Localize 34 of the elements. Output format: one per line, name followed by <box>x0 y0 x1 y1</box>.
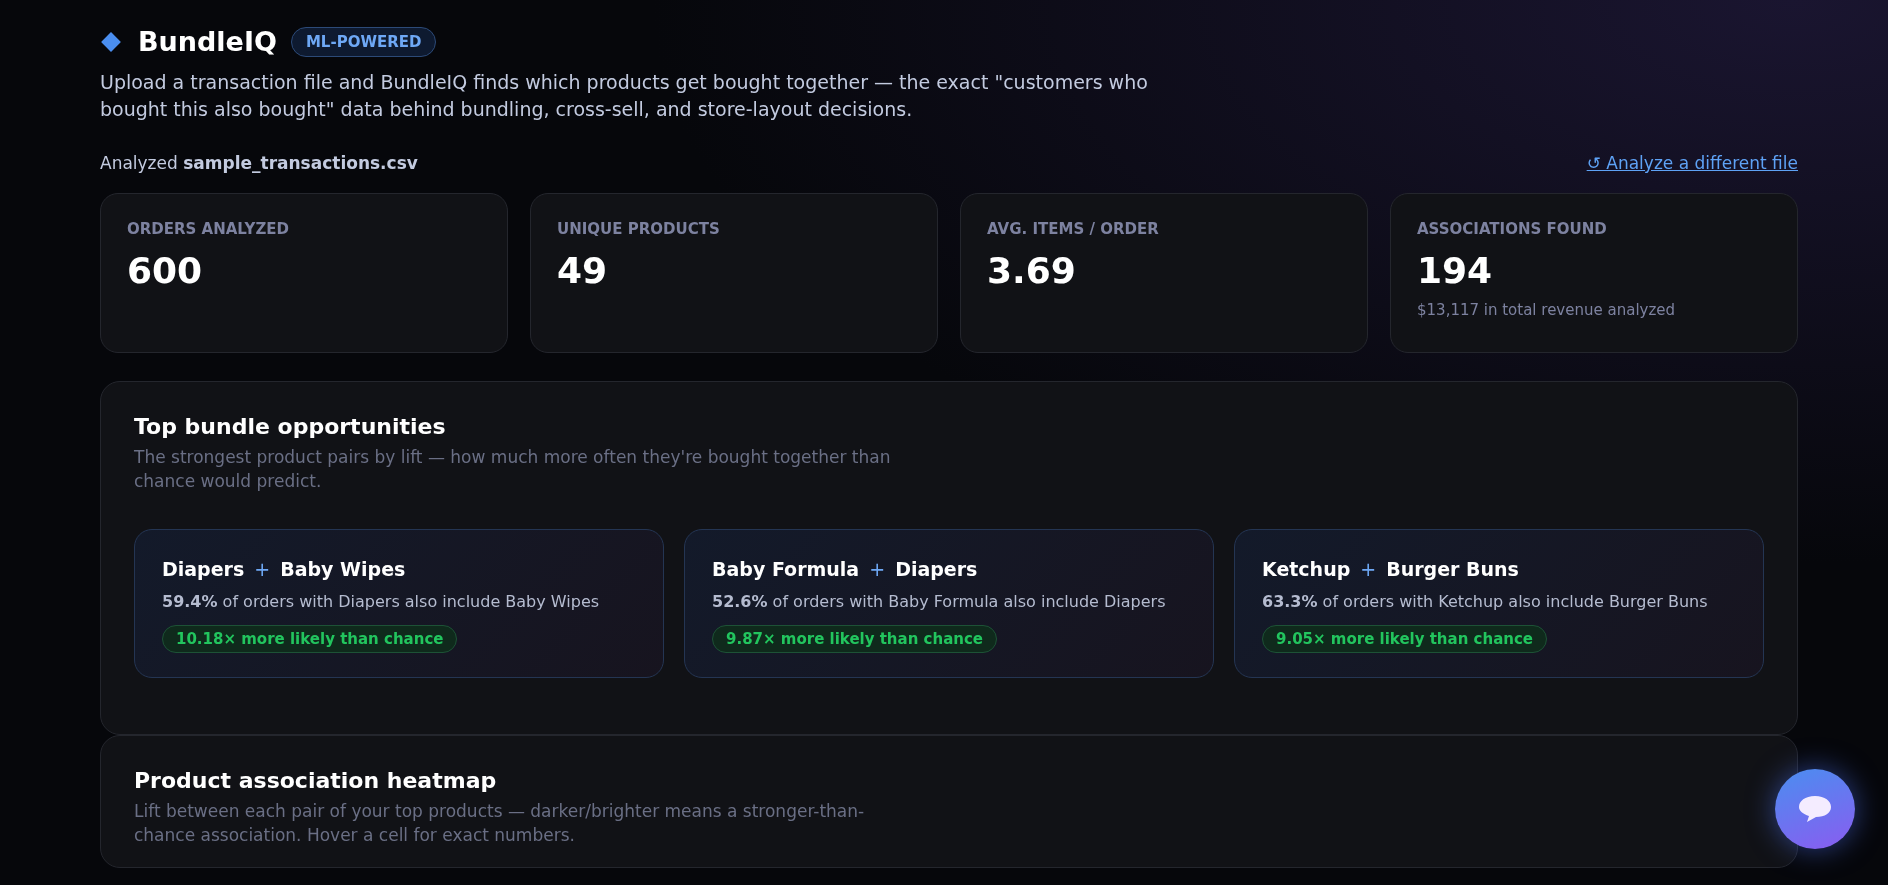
stat-label: ORDERS ANALYZED <box>127 220 290 238</box>
app-name: BundleIQ <box>138 26 277 57</box>
plus-sign: + <box>869 558 886 580</box>
analyze-different-file-link[interactable]: ↺ Analyze a different file <box>1586 153 1798 173</box>
plus-sign: + <box>254 558 271 580</box>
product-name: Ketchup <box>1262 558 1351 580</box>
lift-badge: 10.18× more likely than chance <box>162 625 458 653</box>
app-description: Upload a transaction file and BundleIQ finds which products get bought together — the exact "customers who bought this also bought" data behind bundling, cross-sell, and store-layout decisions. <box>100 70 1149 122</box>
stat-value: 49 <box>557 250 609 291</box>
stat-note: $13,117 in total revenue analyzed <box>1417 301 1677 319</box>
bundle-description: 52.6% of orders with Baby Formula also include Diapers <box>712 592 1167 611</box>
plus-sign: + <box>1360 558 1377 580</box>
stat-label: ASSOCIATIONS FOUND <box>1417 220 1608 238</box>
section-subtitle: Lift between each pair of your top products — darker/brighter means a stronger-than-chance association. Hover a cell for exact numbers. <box>134 800 866 847</box>
section-subtitle: The strongest product pairs by lift — how much more often they're bought together than chance would predict. <box>134 446 892 493</box>
product-name: Diapers <box>162 558 245 580</box>
section-title: Product association heatmap <box>134 768 498 793</box>
stat-label: UNIQUE PRODUCTS <box>557 220 721 238</box>
analyzed-file-text: Analyzed sample_transactions.csv <box>100 153 418 173</box>
speech-bubble-icon <box>1797 794 1833 824</box>
bundle-description: 59.4% of orders with Diapers also include Baby Wipes <box>162 592 601 611</box>
stat-value: 3.69 <box>987 250 1077 291</box>
product-name: Burger Buns <box>1386 558 1519 580</box>
product-name: Baby Formula <box>712 558 860 580</box>
stat-label: AVG. ITEMS / ORDER <box>987 220 1160 238</box>
product-name: Diapers <box>895 558 978 580</box>
stat-value: 194 <box>1417 250 1494 291</box>
lift-badge: 9.05× more likely than chance <box>1262 625 1547 653</box>
product-name: Baby Wipes <box>280 558 406 580</box>
section-title: Top bundle opportunities <box>134 414 447 439</box>
ml-badge: ML-POWERED <box>290 26 437 57</box>
bundle-description: 63.3% of orders with Ketchup also include Burger Buns <box>1262 592 1709 611</box>
stat-value: 600 <box>127 250 204 291</box>
lift-badge: 9.87× more likely than chance <box>712 625 997 653</box>
